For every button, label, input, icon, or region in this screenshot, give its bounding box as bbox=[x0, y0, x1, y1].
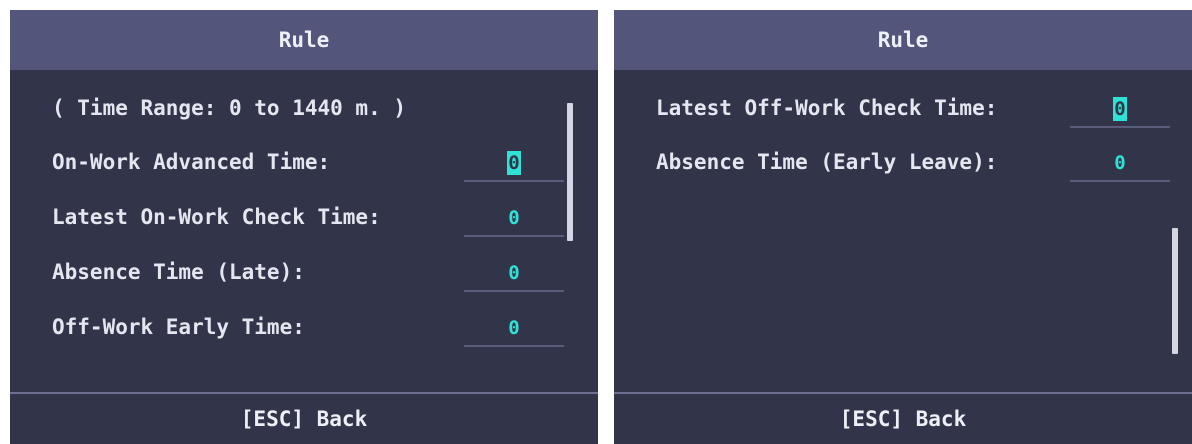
on-work-advanced-time-row[interactable]: On-Work Advanced Time: 0 bbox=[10, 144, 598, 184]
scrollbar-thumb[interactable] bbox=[567, 103, 573, 241]
absence-time-early-leave-field[interactable]: 0 bbox=[1070, 146, 1170, 182]
screen-title: Rule bbox=[877, 28, 929, 52]
absence-time-late-field[interactable]: 0 bbox=[464, 256, 564, 292]
screen-footer[interactable]: [ESC] Back bbox=[10, 392, 598, 444]
field-label: Latest Off-Work Check Time: bbox=[656, 96, 998, 120]
field-value: 0 bbox=[508, 207, 520, 229]
field-label: Latest On-Work Check Time: bbox=[52, 205, 381, 229]
field-value: 0 bbox=[508, 317, 520, 339]
latest-on-work-check-time-field[interactable]: 0 bbox=[464, 201, 564, 237]
time-range-hint: ( Time Range: 0 to 1440 m. ) bbox=[52, 96, 407, 120]
field-label: Absence Time (Late): bbox=[52, 260, 305, 284]
field-value: 0 bbox=[1113, 97, 1127, 121]
off-work-early-time-field[interactable]: 0 bbox=[464, 311, 564, 347]
rule-screen-page-1: Rule ( Time Range: 0 to 1440 m. ) On-Wor… bbox=[10, 10, 598, 444]
esc-back-button[interactable]: [ESC] Back bbox=[241, 407, 367, 431]
latest-off-work-check-time-row[interactable]: Latest Off-Work Check Time: 0 bbox=[614, 90, 1192, 130]
field-value: 0 bbox=[507, 151, 521, 175]
screenshot-stage: Rule ( Time Range: 0 to 1440 m. ) On-Wor… bbox=[0, 0, 1192, 444]
rule-screen-page-2: Rule Latest Off-Work Check Time: 0 Absen… bbox=[614, 10, 1192, 444]
screen-header: Rule bbox=[10, 10, 598, 70]
off-work-early-time-row[interactable]: Off-Work Early Time: 0 bbox=[10, 309, 598, 349]
esc-back-button[interactable]: [ESC] Back bbox=[840, 407, 966, 431]
scrollbar-thumb[interactable] bbox=[1172, 228, 1178, 354]
time-range-hint-row: ( Time Range: 0 to 1440 m. ) bbox=[10, 90, 598, 130]
screen-title: Rule bbox=[278, 28, 330, 52]
screen-footer[interactable]: [ESC] Back bbox=[614, 392, 1192, 444]
field-value: 0 bbox=[1114, 152, 1126, 174]
field-label: Off-Work Early Time: bbox=[52, 315, 305, 339]
latest-off-work-check-time-field[interactable]: 0 bbox=[1070, 92, 1170, 128]
on-work-advanced-time-field[interactable]: 0 bbox=[464, 146, 564, 182]
absence-time-early-leave-row[interactable]: Absence Time (Early Leave): 0 bbox=[614, 144, 1192, 184]
field-value: 0 bbox=[508, 262, 520, 284]
latest-on-work-check-time-row[interactable]: Latest On-Work Check Time: 0 bbox=[10, 199, 598, 239]
absence-time-late-row[interactable]: Absence Time (Late): 0 bbox=[10, 254, 598, 294]
field-label: Absence Time (Early Leave): bbox=[656, 150, 998, 174]
field-label: On-Work Advanced Time: bbox=[52, 150, 331, 174]
screen-header: Rule bbox=[614, 10, 1192, 70]
